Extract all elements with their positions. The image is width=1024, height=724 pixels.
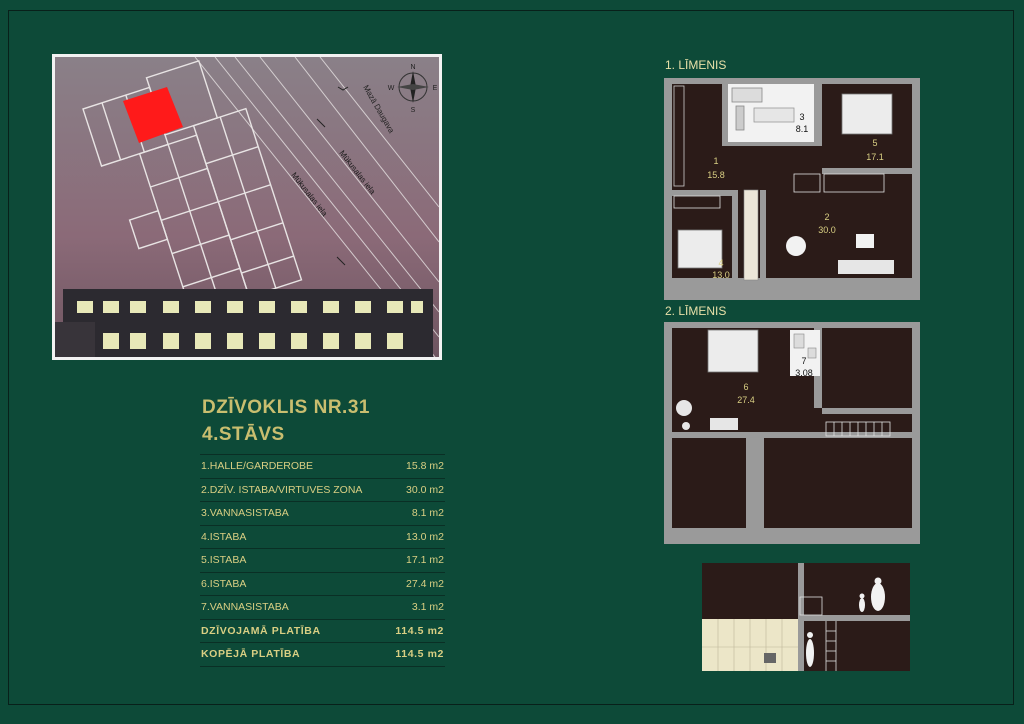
room-row: 5.ISTABA 17.1 m2: [200, 549, 445, 573]
room-label: 6.ISTABA: [201, 577, 247, 590]
total-row: KOPĒJĀ PLATĪBA 114.5 m2: [200, 643, 445, 667]
level-2-label: 2. LĪMENIS: [665, 304, 727, 318]
svg-text:6: 6: [743, 382, 748, 392]
svg-text:30.0: 30.0: [818, 225, 836, 235]
room-row: 7.VANNASISTABA 3.1 m2: [200, 596, 445, 620]
level-1-label: 1. LĪMENIS: [665, 58, 727, 72]
total-label: KOPĒJĀ PLATĪBA: [201, 648, 301, 660]
total-area: 114.5 m2: [395, 624, 444, 637]
kitchen-counter: [743, 189, 759, 281]
room-label: 2.DZĪV. ISTABA/VIRTUVES ZONA: [201, 483, 363, 496]
room-row: 2.DZĪV. ISTABA/VIRTUVES ZONA 30.0 m2: [200, 479, 445, 502]
room-area: 15.8 m2: [406, 460, 444, 472]
room-area: 17.1 m2: [406, 554, 444, 566]
room-row: 3.VANNASISTABA 8.1 m2: [200, 502, 445, 526]
svg-text:E: E: [433, 85, 438, 92]
svg-text:27.4: 27.4: [737, 395, 755, 405]
floor-plan-level-2: 6 27.4 7 3.08: [664, 322, 920, 544]
building-facade: [55, 289, 433, 357]
svg-text:13.0: 13.0: [712, 270, 730, 280]
room-area: 27.4 m2: [406, 577, 444, 590]
room-label: 5.ISTABA: [201, 554, 247, 566]
apartment-title: DZĪVOKLIS NR.31: [202, 397, 370, 418]
svg-text:S: S: [411, 107, 416, 114]
room-area-table: 1.HALLE/GARDEROBE 15.8 m2 2.DZĪV. ISTABA…: [200, 454, 445, 667]
svg-text:1: 1: [713, 156, 718, 166]
room-label: 1.HALLE/GARDEROBE: [201, 460, 314, 472]
svg-text:5: 5: [872, 138, 877, 148]
svg-text:15.8: 15.8: [707, 170, 725, 180]
room-area: 13.0 m2: [406, 530, 444, 543]
room-label: 4.ISTABA: [201, 530, 247, 543]
svg-text:7: 7: [801, 356, 806, 366]
room-row: 6.ISTABA 27.4 m2: [200, 573, 445, 596]
total-label: DZĪVOJAMĀ PLATĪBA: [201, 624, 321, 637]
room-label: 7.VANNASISTABA: [201, 601, 289, 613]
chair-icon: [676, 400, 692, 416]
total-area: 114.5 m2: [395, 648, 444, 660]
svg-text:8.1: 8.1: [796, 124, 809, 134]
person-icon: [806, 639, 814, 667]
person-icon: [871, 583, 885, 611]
svg-text:4: 4: [718, 258, 723, 268]
svg-text:N: N: [410, 64, 415, 71]
room-area: 3.1 m2: [411, 601, 444, 613]
svg-text:W: W: [388, 85, 395, 92]
table-icon: [856, 234, 874, 248]
room-area: 8.1 m2: [411, 507, 444, 519]
room-row: 4.ISTABA 13.0 m2: [200, 526, 445, 549]
floor-plan-level-1: 1 15.8 2 30.0 4 13.0 5 17.1 3 8.1: [664, 78, 920, 300]
room-label: 3.VANNASISTABA: [201, 507, 289, 519]
bed-icon: [707, 329, 759, 373]
bed-icon: [841, 93, 893, 135]
svg-text:3.08: 3.08: [795, 368, 813, 378]
sofa-icon: [838, 260, 894, 274]
room-row: 1.HALLE/GARDEROBE 15.8 m2: [200, 454, 445, 479]
section-view: [702, 563, 910, 671]
dining-table-icon: [786, 236, 806, 256]
total-row: DZĪVOJAMĀ PLATĪBA 114.5 m2: [200, 620, 445, 643]
child-icon: [859, 598, 865, 612]
svg-text:17.1: 17.1: [866, 152, 884, 162]
bed-icon: [677, 229, 723, 269]
room-area: 30.0 m2: [406, 483, 444, 496]
floor-title: 4.STĀVS: [202, 424, 285, 445]
svg-text:2: 2: [824, 212, 829, 222]
desk-icon: [710, 418, 738, 430]
site-location-map: N S W E Mazā Daugava Mūkusalas iela Mūku…: [52, 54, 442, 360]
svg-text:3: 3: [799, 112, 804, 122]
